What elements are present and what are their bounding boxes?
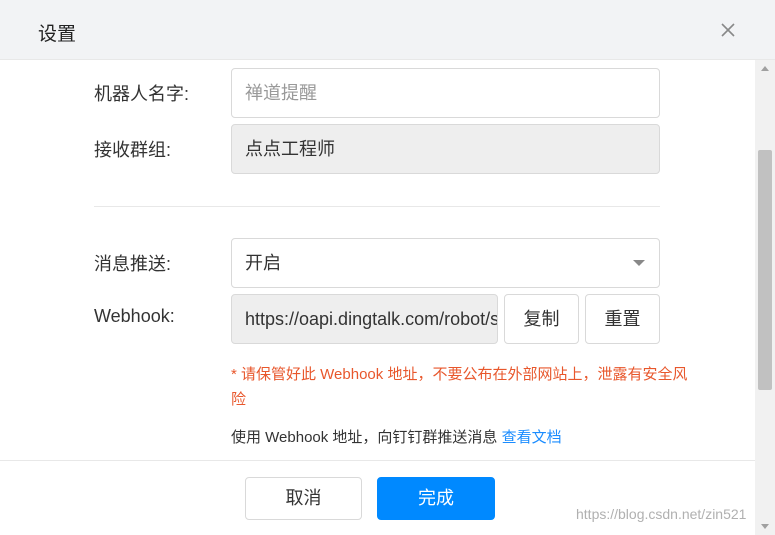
- webhook-hint: 使用 Webhook 地址，向钉钉群推送消息 查看文档: [231, 426, 562, 447]
- scrollbar[interactable]: [755, 60, 775, 535]
- push-select-value: 开启: [245, 253, 281, 273]
- divider: [94, 206, 660, 207]
- done-button[interactable]: 完成: [377, 477, 495, 520]
- dialog-footer: 取消 完成: [0, 460, 755, 535]
- robot-name-label: 机器人名字:: [94, 84, 190, 104]
- dialog-body: 机器人名字: 接收群组: 点点工程师 消息推送: 开启 Webhook: htt…: [0, 60, 755, 460]
- settings-dialog: 设置 机器人名字: 接收群组: 点点工程师 消息推送: 开启 Webhook: …: [0, 0, 775, 535]
- push-select[interactable]: 开启: [231, 238, 660, 288]
- webhook-label: Webhook:: [94, 306, 175, 326]
- push-label: 消息推送:: [94, 254, 172, 274]
- caret-down-icon: [633, 260, 645, 266]
- webhook-field: https://oapi.dingtalk.com/robot/send?acc…: [231, 294, 498, 344]
- scroll-thumb[interactable]: [758, 150, 772, 390]
- cancel-button[interactable]: 取消: [245, 477, 362, 520]
- dialog-header: 设置: [0, 0, 775, 60]
- security-warning: * 请保管好此 Webhook 地址，不要公布在外部网站上，泄露有安全风险: [231, 366, 688, 408]
- group-field: 点点工程师: [231, 124, 660, 174]
- view-docs-link[interactable]: 查看文档: [502, 429, 562, 446]
- scroll-up-arrow-icon[interactable]: [761, 66, 769, 71]
- copy-button[interactable]: 复制: [504, 294, 579, 344]
- close-icon[interactable]: [716, 18, 740, 42]
- scroll-down-arrow-icon[interactable]: [761, 524, 769, 529]
- dialog-title: 设置: [38, 24, 77, 45]
- robot-name-input[interactable]: [231, 68, 660, 118]
- reset-button[interactable]: 重置: [585, 294, 660, 344]
- group-label: 接收群组:: [94, 140, 172, 160]
- webhook-hint-text: 使用 Webhook 地址，向钉钉群推送消息: [231, 429, 498, 446]
- watermark: https://blog.csdn.net/zin521: [576, 506, 747, 522]
